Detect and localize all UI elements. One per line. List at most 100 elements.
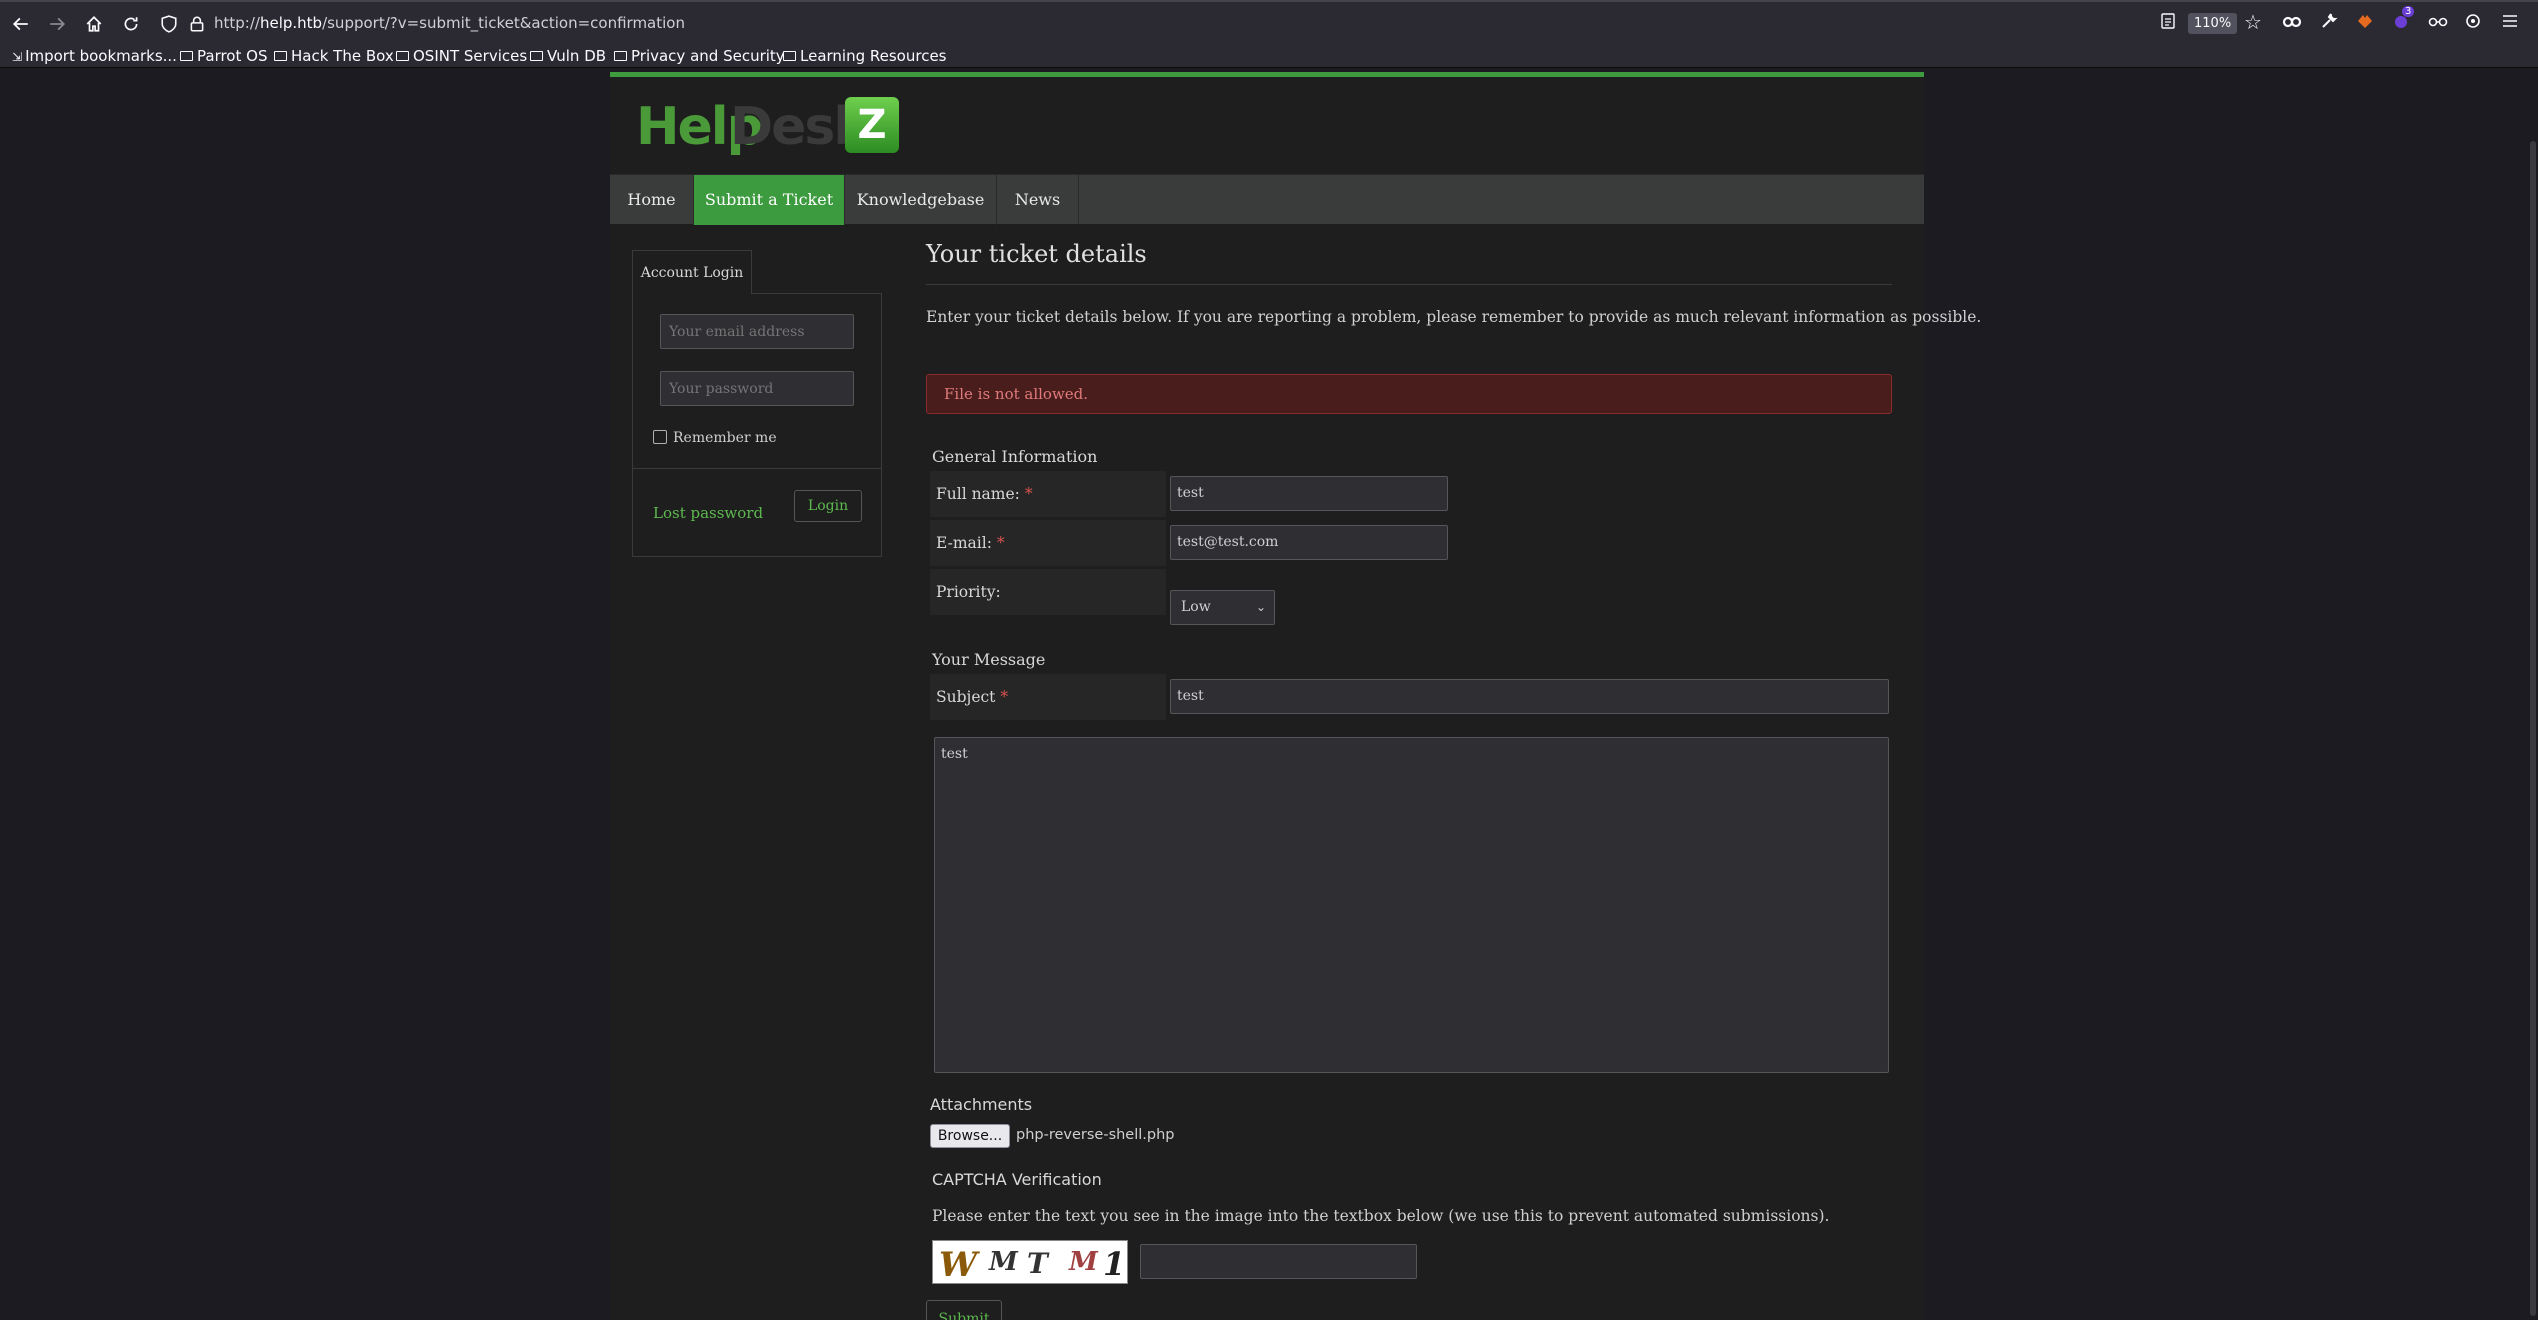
login-divider bbox=[633, 468, 881, 469]
nav-news[interactable]: News bbox=[997, 175, 1079, 225]
browse-file-button[interactable]: Browse... bbox=[930, 1124, 1010, 1148]
bookmark-label: Vuln DB bbox=[547, 47, 607, 65]
url-bar[interactable]: http://help.htb/support/?v=submit_ticket… bbox=[214, 14, 685, 32]
bookmark-label: Parrot OS bbox=[197, 47, 268, 65]
browser-toolbar: http://help.htb/support/?v=submit_ticket… bbox=[0, 0, 2538, 44]
priority-selected-value: Low bbox=[1181, 599, 1211, 615]
forward-icon[interactable] bbox=[44, 11, 70, 37]
fullname-label: Full name: * bbox=[930, 471, 1166, 517]
nav-submit-ticket[interactable]: Submit a Ticket bbox=[694, 175, 845, 225]
wrench-icon[interactable] bbox=[2320, 12, 2338, 34]
captcha-char: 1 bbox=[1103, 1245, 1126, 1283]
email-input[interactable]: test@test.com bbox=[1170, 525, 1448, 560]
fullname-label-text: Full name: bbox=[936, 485, 1020, 503]
helpdesk-site: Help Desk Z Home Submit a Ticket Knowled… bbox=[610, 72, 1981, 1320]
intro-text: Enter your ticket details below. If you … bbox=[926, 308, 1982, 326]
priority-select[interactable]: Low ⌄ bbox=[1170, 590, 1275, 625]
bookmark-privacy-security[interactable]: Privacy and Security bbox=[614, 46, 785, 66]
url-prefix: http:// bbox=[214, 14, 260, 32]
home-icon[interactable] bbox=[81, 11, 107, 37]
captcha-heading: CAPTCHA Verification bbox=[932, 1170, 1102, 1189]
fox-extension-icon[interactable] bbox=[2356, 12, 2374, 34]
remember-me[interactable]: Remember me bbox=[653, 430, 777, 446]
page-viewport: Help Desk Z Home Submit a Ticket Knowled… bbox=[0, 69, 2538, 1320]
extension-badge-count: 3 bbox=[2402, 6, 2415, 17]
glasses-icon[interactable] bbox=[2428, 12, 2448, 34]
subject-label: Subject * bbox=[930, 674, 1166, 720]
captcha-image: W M T M 1 bbox=[932, 1240, 1128, 1284]
bookmark-star-icon[interactable]: ☆ bbox=[2244, 12, 2262, 32]
settings-gear-icon[interactable] bbox=[2464, 12, 2482, 34]
url-path: /support/?v=submit_ticket&action=confirm… bbox=[322, 14, 685, 32]
import-icon: ⇲ bbox=[12, 50, 23, 64]
required-mark: * bbox=[1000, 688, 1009, 706]
folder-icon bbox=[180, 51, 193, 61]
captcha-char: W bbox=[939, 1245, 978, 1284]
fullname-input[interactable]: test bbox=[1170, 476, 1448, 511]
login-button[interactable]: Login bbox=[794, 490, 862, 522]
title-divider bbox=[926, 284, 1892, 285]
bookmark-label: Privacy and Security bbox=[631, 47, 785, 65]
submit-button[interactable]: Submit bbox=[926, 1300, 1002, 1320]
bookmark-hack-the-box[interactable]: Hack The Box bbox=[274, 46, 394, 66]
reload-icon[interactable] bbox=[118, 11, 144, 37]
error-alert: File is not allowed. bbox=[926, 374, 1892, 414]
general-information-heading: General Information bbox=[932, 447, 1098, 466]
message-textarea[interactable]: test bbox=[934, 737, 1889, 1073]
chevron-down-icon: ⌄ bbox=[1255, 600, 1266, 614]
reader-view-icon[interactable] bbox=[2160, 12, 2176, 34]
lost-password-link[interactable]: Lost password bbox=[653, 504, 763, 522]
bookmark-parrot-os[interactable]: Parrot OS bbox=[180, 46, 267, 66]
bookmark-label: OSINT Services bbox=[413, 47, 528, 65]
bookmark-label: Hack The Box bbox=[291, 47, 394, 65]
email-label-text: E-mail: bbox=[936, 534, 992, 552]
page-title: Your ticket details bbox=[926, 240, 1147, 268]
bookmark-import[interactable]: ⇲ Import bookmarks... bbox=[12, 46, 177, 67]
captcha-char: M bbox=[989, 1247, 1018, 1277]
bookmark-osint-services[interactable]: OSINT Services bbox=[396, 46, 527, 66]
captcha-char: M bbox=[1069, 1247, 1098, 1277]
extension-badge-icon[interactable]: 3 bbox=[2392, 6, 2415, 34]
subject-input[interactable]: test bbox=[1170, 679, 1889, 714]
subject-label-text: Subject bbox=[936, 688, 996, 706]
bookmarks-bar: ⇲ Import bookmarks... Parrot OS Hack The … bbox=[0, 44, 2538, 68]
selected-file-name: php-reverse-shell.php bbox=[1016, 1127, 1175, 1143]
folder-icon bbox=[783, 51, 796, 61]
captcha-char: T bbox=[1027, 1247, 1048, 1280]
back-icon[interactable] bbox=[8, 11, 34, 37]
remember-me-checkbox[interactable] bbox=[653, 430, 667, 444]
folder-icon bbox=[396, 51, 409, 61]
folder-icon bbox=[530, 51, 543, 61]
nav-knowledgebase[interactable]: Knowledgebase bbox=[845, 175, 997, 225]
remember-me-label: Remember me bbox=[673, 430, 777, 446]
bookmark-label: Import bookmarks... bbox=[25, 47, 177, 65]
account-login-panel: Remember me Lost password Login bbox=[632, 293, 882, 557]
page-info-icon[interactable] bbox=[184, 11, 210, 37]
required-mark: * bbox=[996, 534, 1005, 552]
captcha-input[interactable] bbox=[1140, 1244, 1417, 1279]
nav-home[interactable]: Home bbox=[610, 175, 694, 225]
logo-z-badge: Z bbox=[845, 97, 899, 153]
captcha-instructions: Please enter the text you see in the ima… bbox=[932, 1207, 1830, 1225]
page-scrollbar[interactable] bbox=[2530, 141, 2536, 1316]
priority-label: Priority: bbox=[930, 569, 1166, 615]
bookmark-vuln-db[interactable]: Vuln DB bbox=[530, 46, 606, 66]
mask-icon[interactable] bbox=[2282, 12, 2302, 36]
attachments-heading: Attachments bbox=[930, 1095, 1033, 1114]
folder-icon bbox=[274, 51, 287, 61]
folder-icon bbox=[614, 51, 627, 61]
url-host: help.htb bbox=[259, 14, 323, 32]
login-password-input[interactable] bbox=[660, 371, 854, 406]
main-nav: Home Submit a Ticket Knowledgebase News bbox=[610, 174, 1924, 225]
shield-icon[interactable] bbox=[156, 11, 182, 37]
required-mark: * bbox=[1024, 485, 1033, 503]
email-label: E-mail: * bbox=[930, 520, 1166, 566]
account-login-tab[interactable]: Account Login bbox=[632, 250, 752, 294]
zoom-level[interactable]: 110% bbox=[2188, 13, 2238, 34]
your-message-heading: Your Message bbox=[932, 650, 1046, 669]
bookmark-learning-resources[interactable]: Learning Resources bbox=[783, 46, 947, 66]
hamburger-menu-icon[interactable] bbox=[2502, 12, 2518, 34]
login-email-input[interactable] bbox=[660, 314, 854, 349]
bookmark-label: Learning Resources bbox=[800, 47, 947, 65]
helpdeskz-logo[interactable]: Help Desk Z bbox=[636, 97, 906, 157]
